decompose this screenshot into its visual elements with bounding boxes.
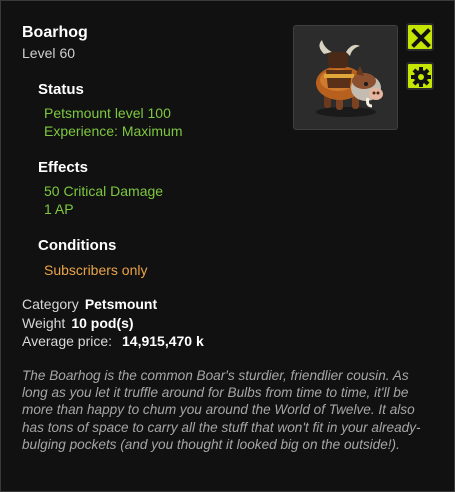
item-tooltip-panel: Boarhog Level 60 Status Petsmount level … [0, 0, 455, 492]
effect-line: 1 AP [44, 201, 74, 217]
item-level: Level 60 [22, 45, 75, 61]
gear-icon [411, 67, 431, 87]
effects-heading: Effects [38, 159, 89, 176]
close-button[interactable] [406, 23, 434, 51]
boarhog-mount-icon [316, 40, 383, 117]
close-icon [411, 28, 431, 48]
status-heading: Status [38, 81, 84, 98]
level-label: Level [22, 45, 56, 61]
category-value: Petsmount [84, 296, 158, 312]
effect-text: Critical Damage [63, 183, 164, 199]
effect-value: 50 [44, 183, 60, 199]
item-name: Boarhog [22, 24, 88, 41]
settings-button[interactable] [406, 62, 434, 90]
effect-value: 1 [44, 201, 52, 217]
price-row: Average price: 14,915,470 k [22, 333, 204, 349]
effect-text: AP [54, 201, 74, 217]
status-line: Experience: Maximum [44, 123, 183, 139]
effect-line: 50 Critical Damage [44, 183, 163, 199]
status-line: Petsmount level 100 [44, 105, 171, 121]
conditions-heading: Conditions [38, 237, 117, 254]
weight-label: Weight [22, 315, 66, 331]
category-label: Category [22, 296, 79, 312]
level-value: 60 [59, 45, 76, 61]
price-value: 14,915,470 k [122, 333, 204, 349]
price-label: Average price: [22, 333, 113, 349]
item-description: The Boarhog is the common Boar's sturdie… [22, 368, 421, 452]
item-image [293, 25, 398, 130]
condition-line: Subscribers only [44, 262, 148, 278]
weight-value: 10 pod(s) [71, 315, 134, 331]
category-row: Category Petsmount [22, 296, 157, 312]
weight-row: Weight 10 pod(s) [22, 315, 134, 331]
